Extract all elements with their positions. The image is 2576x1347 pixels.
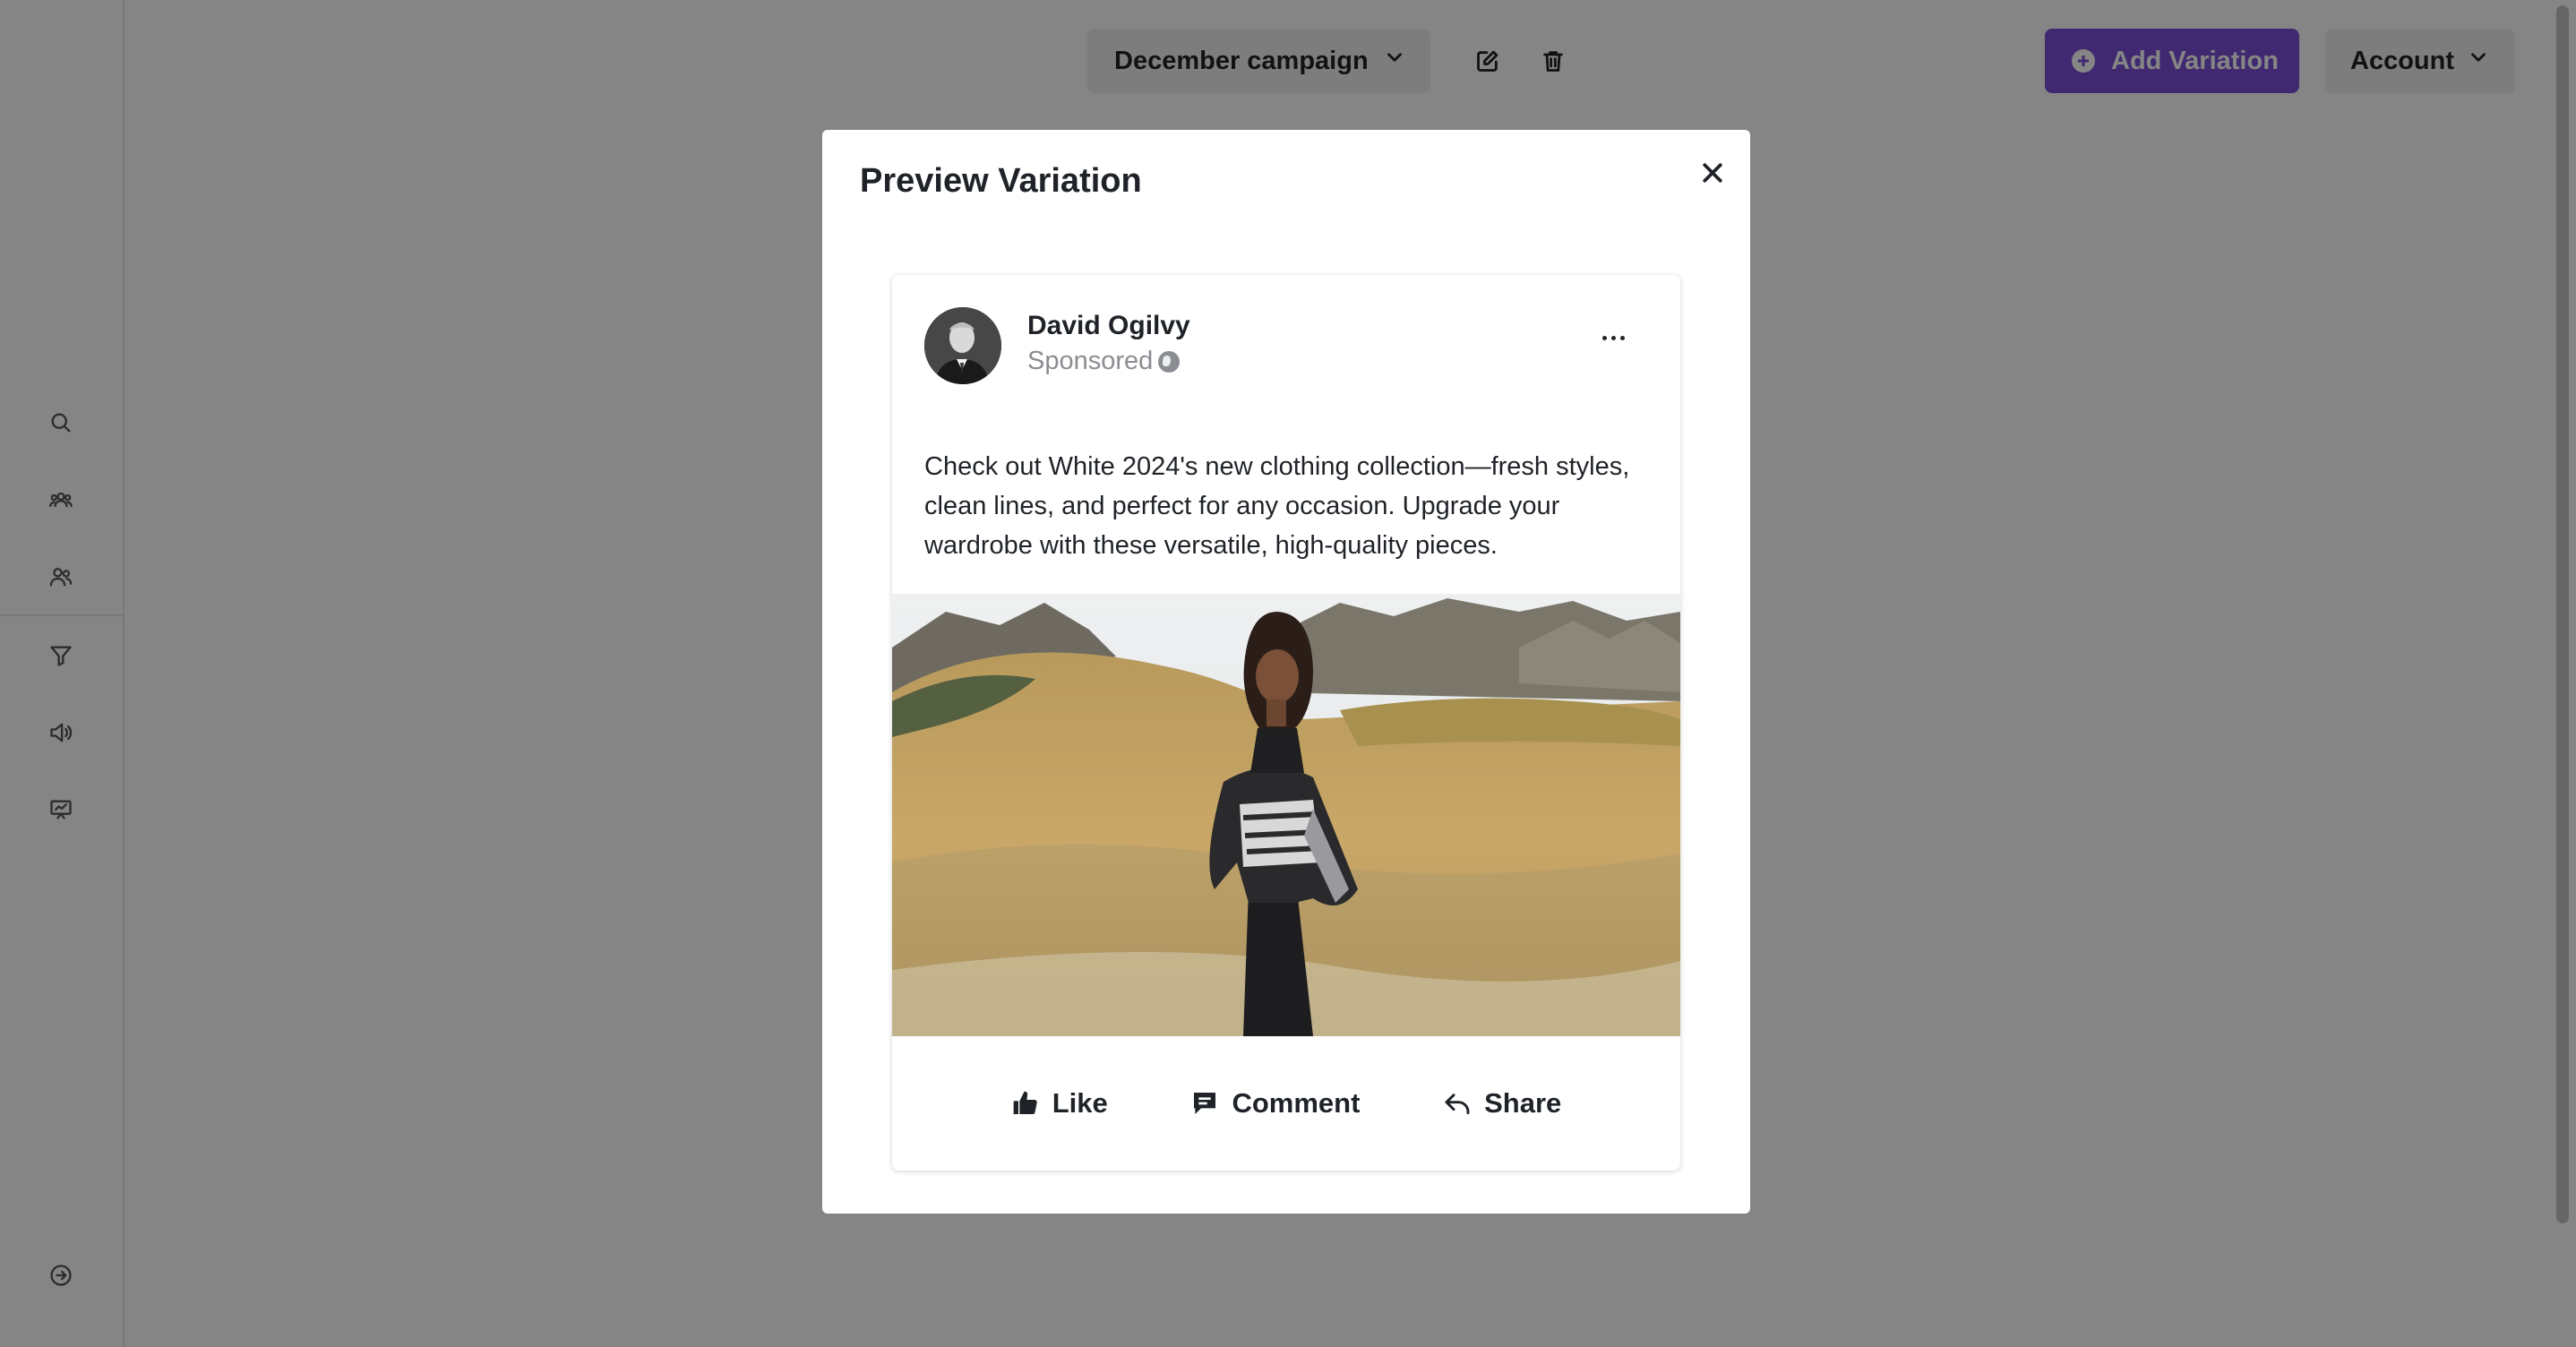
more-options-icon[interactable] bbox=[1586, 320, 1640, 356]
comment-icon bbox=[1194, 1093, 1216, 1114]
preview-variation-modal: Preview Variation David Ogilvy Sponsored… bbox=[822, 130, 1750, 1214]
ad-post-preview: David Ogilvy Sponsored Check out White 2… bbox=[892, 275, 1680, 1171]
like-label: Like bbox=[1052, 1087, 1108, 1119]
author-name[interactable]: David Ogilvy bbox=[1027, 311, 1190, 341]
comment-button[interactable]: Comment bbox=[1163, 1077, 1387, 1130]
sponsored-row: Sponsored bbox=[1027, 347, 1181, 376]
avatar bbox=[924, 307, 1001, 384]
share-label: Share bbox=[1484, 1087, 1562, 1119]
thumbs-up-icon bbox=[1013, 1091, 1037, 1114]
comment-label: Comment bbox=[1232, 1087, 1361, 1119]
modal-title: Preview Variation bbox=[860, 162, 1142, 200]
post-actions: Like Comment Share bbox=[892, 1036, 1680, 1171]
sponsored-label: Sponsored bbox=[1027, 347, 1154, 375]
share-icon bbox=[1445, 1094, 1470, 1115]
post-image bbox=[892, 594, 1680, 1036]
share-button[interactable]: Share bbox=[1416, 1077, 1588, 1130]
like-button[interactable]: Like bbox=[984, 1077, 1135, 1130]
close-icon[interactable] bbox=[1691, 151, 1734, 194]
globe-icon bbox=[1158, 350, 1181, 373]
post-text: Check out White 2024's new clothing coll… bbox=[924, 452, 1630, 560]
